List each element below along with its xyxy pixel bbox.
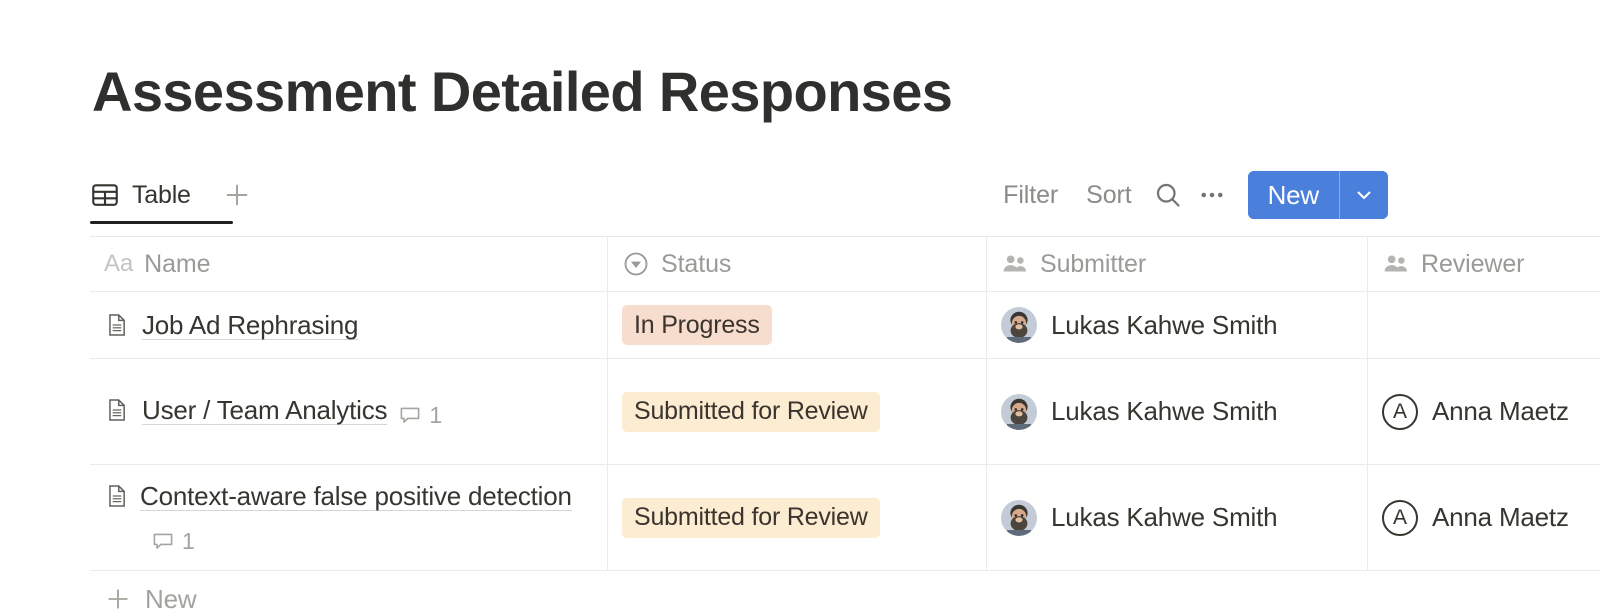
- chevron-down-icon: [1352, 183, 1376, 207]
- person-chip[interactable]: Lukas Kahwe Smith: [1001, 307, 1277, 343]
- page-document-icon: [104, 312, 130, 338]
- new-button-dropdown[interactable]: [1340, 171, 1388, 219]
- person-name: Lukas Kahwe Smith: [1051, 396, 1278, 426]
- column-header-name-label: Name: [144, 249, 211, 278]
- search-icon: [1153, 180, 1183, 210]
- column-header-reviewer[interactable]: Reviewer: [1368, 237, 1600, 291]
- status-badge[interactable]: In Progress: [622, 305, 772, 345]
- cell-reviewer[interactable]: A Anna Maetz: [1368, 465, 1600, 570]
- page-title: Assessment Detailed Responses: [92, 60, 953, 123]
- search-button[interactable]: [1146, 173, 1190, 217]
- add-row-label: New: [145, 583, 197, 612]
- cell-submitter[interactable]: Lukas Kahwe Smith: [987, 292, 1368, 358]
- toolbar-right-group: Filter Sort New: [989, 166, 1388, 224]
- avatar: [1001, 393, 1037, 430]
- select-circle-caret-icon: [622, 250, 650, 278]
- column-header-status-label: Status: [661, 249, 732, 278]
- ellipsis-icon: [1197, 180, 1227, 210]
- row-name-text: Job Ad Rephrasing: [142, 305, 359, 345]
- row-name-link[interactable]: Context-aware false positive detection: [140, 481, 572, 511]
- table-grid-icon: [90, 180, 120, 210]
- cell-name[interactable]: Job Ad Rephrasing: [90, 292, 608, 358]
- people-icon: [1382, 250, 1410, 278]
- status-badge[interactable]: Submitted for Review: [622, 391, 880, 432]
- tab-table[interactable]: Table: [90, 166, 195, 224]
- column-header-reviewer-label: Reviewer: [1421, 249, 1525, 278]
- person-name: Lukas Kahwe Smith: [1051, 309, 1278, 340]
- comment-bubble-icon: [398, 403, 422, 427]
- person-chip[interactable]: Lukas Kahwe Smith: [1001, 393, 1278, 430]
- page-document-icon: [104, 397, 130, 423]
- person-chip[interactable]: Lukas Kahwe Smith: [1001, 499, 1278, 536]
- plus-icon: [222, 180, 252, 210]
- column-header-name[interactable]: Aa Name: [90, 237, 608, 291]
- cell-reviewer[interactable]: A Anna Maetz: [1368, 359, 1600, 464]
- comment-count-chip[interactable]: 1: [398, 395, 442, 435]
- person-chip[interactable]: A Anna Maetz: [1382, 499, 1569, 536]
- new-button[interactable]: New: [1247, 171, 1339, 219]
- row-name-text: Context-aware false positive detection 1: [140, 476, 593, 558]
- database-table: Aa Name Status Submitter Reviewer Job Ad…: [90, 236, 1600, 612]
- database-page: Assessment Detailed Responses Table Filt…: [0, 0, 1600, 612]
- column-header-status[interactable]: Status: [608, 237, 987, 291]
- view-toolbar: Table Filter Sort New: [90, 166, 1388, 224]
- tab-table-label: Table: [132, 180, 191, 209]
- cell-name[interactable]: User / Team Analytics 1: [90, 359, 608, 464]
- more-options-button[interactable]: [1190, 173, 1234, 217]
- table-header-row: Aa Name Status Submitter Reviewer: [90, 237, 1600, 292]
- comment-count: 1: [429, 401, 442, 428]
- cell-status[interactable]: In Progress: [608, 292, 987, 358]
- sort-button[interactable]: Sort: [1072, 181, 1145, 210]
- row-name-text: User / Team Analytics 1: [142, 390, 442, 432]
- cell-reviewer[interactable]: [1368, 292, 1600, 358]
- avatar: A: [1382, 393, 1418, 430]
- comment-count: 1: [182, 527, 195, 554]
- row-name-link[interactable]: User / Team Analytics: [142, 395, 388, 425]
- filter-button[interactable]: Filter: [989, 181, 1072, 210]
- cell-status[interactable]: Submitted for Review: [608, 465, 987, 570]
- plus-icon: [104, 585, 132, 612]
- row-name-link[interactable]: Job Ad Rephrasing: [142, 310, 359, 340]
- table-row[interactable]: User / Team Analytics 1 Submitted for Rev…: [90, 359, 1600, 465]
- table-row[interactable]: Job Ad Rephrasing In Progress Lukas Kahw…: [90, 292, 1600, 359]
- cell-name[interactable]: Context-aware false positive detection 1: [90, 465, 608, 570]
- toolbar-left-group: Table: [90, 166, 257, 224]
- cell-submitter[interactable]: Lukas Kahwe Smith: [987, 359, 1368, 464]
- people-icon: [1001, 250, 1029, 278]
- add-view-button[interactable]: [217, 175, 257, 215]
- person-name: Lukas Kahwe Smith: [1051, 502, 1278, 532]
- cell-submitter[interactable]: Lukas Kahwe Smith: [987, 465, 1368, 570]
- comment-count-chip[interactable]: 1: [151, 521, 195, 561]
- avatar: [1001, 499, 1037, 536]
- table-row[interactable]: Context-aware false positive detection 1 …: [90, 465, 1600, 571]
- text-aa-icon: Aa: [104, 250, 134, 277]
- status-badge[interactable]: Submitted for Review: [622, 497, 880, 538]
- person-name: Anna Maetz: [1432, 396, 1569, 426]
- cell-status[interactable]: Submitted for Review: [608, 359, 987, 464]
- person-chip[interactable]: A Anna Maetz: [1382, 393, 1569, 430]
- avatar: [1001, 307, 1037, 343]
- new-button-group: New: [1247, 171, 1388, 219]
- person-name: Anna Maetz: [1432, 502, 1569, 532]
- column-header-submitter[interactable]: Submitter: [987, 237, 1368, 291]
- page-document-icon: [104, 483, 130, 509]
- comment-bubble-icon: [151, 529, 175, 553]
- column-header-submitter-label: Submitter: [1040, 249, 1147, 278]
- active-tab-underline: [90, 221, 233, 224]
- avatar: A: [1382, 499, 1418, 536]
- add-row-button[interactable]: New: [90, 571, 1600, 612]
